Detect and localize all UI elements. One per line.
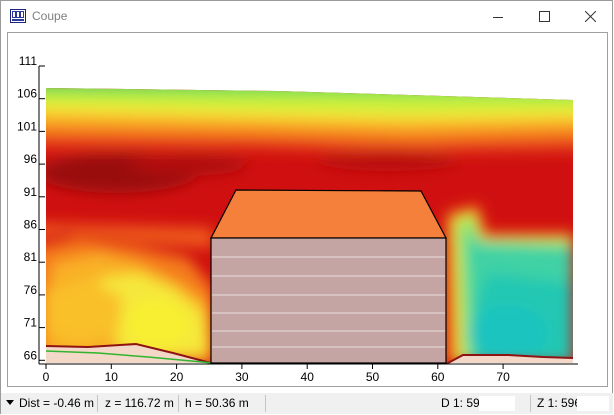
building[interactable] <box>210 189 447 364</box>
z-scale-field[interactable] <box>577 396 609 411</box>
z-readout: z = 116.72 m <box>105 396 174 410</box>
status-bar: Dist = -0.46 m z = 116.72 m h = 50.36 m … <box>1 393 613 414</box>
y-tick-label: 86 <box>24 218 38 232</box>
y-tick-label: 76 <box>24 283 38 297</box>
window-title: Coupe <box>32 9 68 23</box>
d-scale-field[interactable] <box>479 396 515 411</box>
x-tick-label: 20 <box>170 370 184 384</box>
x-tick-label: 70 <box>496 370 510 384</box>
h-readout: h = 50.36 m <box>185 396 249 410</box>
maximize-icon <box>538 11 550 22</box>
dropdown-arrow-icon[interactable] <box>6 400 14 406</box>
title-bar[interactable]: Coupe <box>1 1 612 32</box>
x-tick-label: 0 <box>43 370 50 384</box>
y-tick-label: 81 <box>24 250 38 264</box>
x-tick-label: 60 <box>431 370 445 384</box>
x-tick-label: 40 <box>301 370 315 384</box>
maximize-button[interactable] <box>521 1 567 32</box>
cross-section-plot[interactable]: 111 106 101 96 91 86 81 76 71 66 0 10 20 30 40 50 60 70 <box>8 33 607 386</box>
y-tick-label: 91 <box>24 185 38 199</box>
building-roof <box>210 189 447 239</box>
x-tick-label: 30 <box>235 370 249 384</box>
section-view: 111 106 101 96 91 86 81 76 71 66 0 10 20 30 40 50 60 70 <box>7 32 608 387</box>
x-tick-marks <box>45 364 504 369</box>
z-scale-readout: Z 1: 596 <box>537 396 582 410</box>
app-logo-icon <box>10 9 26 23</box>
minimize-button[interactable] <box>475 1 521 32</box>
y-tick-label: 96 <box>24 152 38 166</box>
x-tick-label: 10 <box>105 370 119 384</box>
y-tick-label: 71 <box>24 316 38 330</box>
x-tick-label: 50 <box>366 370 380 384</box>
y-tick-marks <box>39 65 45 361</box>
coupe-window: Coupe 111 106 101 96 91 86 81 76 71 66 0… <box>0 0 613 414</box>
close-button[interactable] <box>567 1 613 32</box>
y-tick-label: 106 <box>17 87 37 101</box>
minimize-icon <box>493 16 503 18</box>
y-tick-label: 111 <box>19 54 38 68</box>
close-icon <box>584 11 596 22</box>
y-tick-label: 101 <box>17 119 37 133</box>
dist-readout: Dist = -0.46 m <box>19 396 95 410</box>
y-tick-label: 66 <box>24 348 38 362</box>
